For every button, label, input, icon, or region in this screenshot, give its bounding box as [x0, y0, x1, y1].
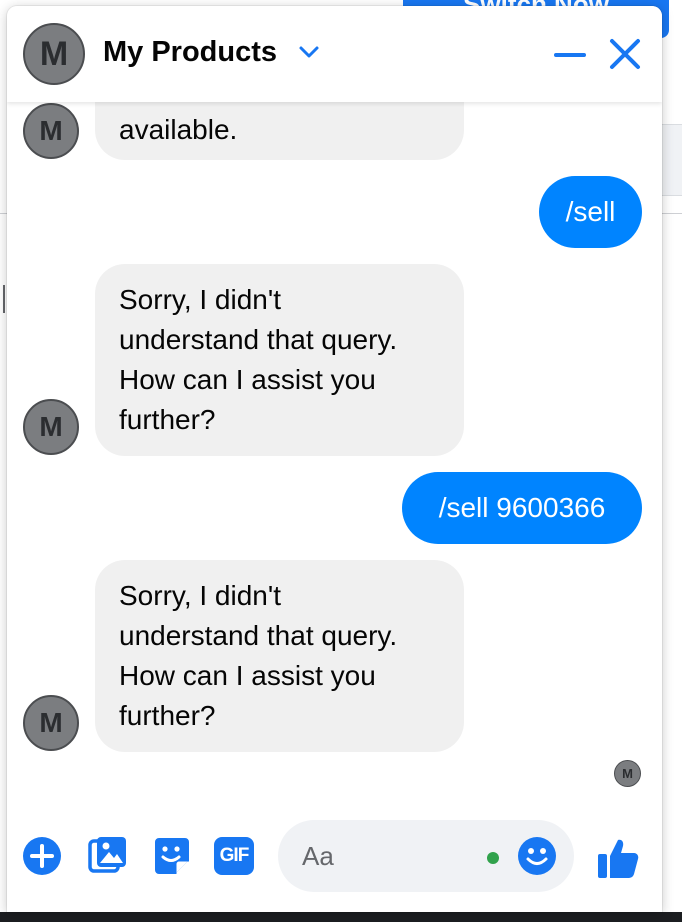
message-line: Sorry, I didn't	[119, 580, 281, 611]
page-avatar[interactable]: M	[23, 23, 85, 85]
chat-header: M My Products	[7, 6, 662, 102]
message-line: further?	[119, 404, 216, 435]
photo-icon[interactable]	[87, 834, 129, 876]
message-text: /sell 9600366	[438, 492, 606, 523]
minimize-icon[interactable]	[552, 34, 588, 74]
bot-avatar: M	[23, 695, 79, 751]
message-line: Sorry, I didn't	[119, 284, 281, 315]
seen-avatar-letter: M	[622, 766, 633, 781]
message-input-box[interactable]	[278, 820, 574, 892]
plus-circle-icon[interactable]	[22, 836, 62, 876]
outgoing-message: /sell 9600366	[402, 472, 642, 544]
message-list[interactable]: M available. /sell Sorry, I didn't under…	[7, 6, 662, 818]
page-avatar-letter: M	[39, 34, 69, 73]
incoming-message: Sorry, I didn't understand that query. H…	[95, 264, 464, 456]
message-line: understand that query.	[119, 324, 398, 355]
background-bottom-bar	[0, 912, 682, 922]
incoming-message: Sorry, I didn't understand that query. H…	[95, 560, 464, 752]
seen-avatar: M	[614, 760, 641, 787]
bot-avatar: M	[23, 399, 79, 455]
background-divider-right	[662, 213, 682, 214]
gif-icon[interactable]: GIF	[214, 837, 254, 875]
message-line: How can I assist you	[119, 364, 376, 395]
online-dot	[487, 852, 499, 864]
message-line: How can I assist you	[119, 660, 376, 691]
chat-window: M available. /sell Sorry, I didn't under…	[7, 6, 662, 912]
chevron-down-icon[interactable]	[298, 44, 320, 60]
bot-avatar-letter: M	[39, 707, 63, 738]
close-icon[interactable]	[605, 34, 645, 74]
thumbs-up-icon[interactable]	[596, 836, 640, 880]
message-input[interactable]	[302, 836, 482, 876]
bot-avatar: M	[23, 103, 79, 159]
outgoing-message: /sell	[539, 176, 642, 248]
message-line: further?	[119, 700, 216, 731]
message-line: understand that query.	[119, 620, 398, 651]
sticker-icon[interactable]	[151, 834, 191, 876]
background-text-cursor	[3, 285, 5, 313]
message-composer: GIF	[7, 818, 662, 912]
bot-avatar-letter: M	[39, 115, 63, 146]
chat-title[interactable]: My Products	[103, 36, 277, 69]
message-text: /sell	[565, 196, 616, 227]
gif-label: GIF	[219, 845, 250, 866]
emoji-icon[interactable]	[517, 836, 557, 876]
message-text: available.	[119, 114, 238, 145]
bot-avatar-letter: M	[39, 411, 63, 442]
